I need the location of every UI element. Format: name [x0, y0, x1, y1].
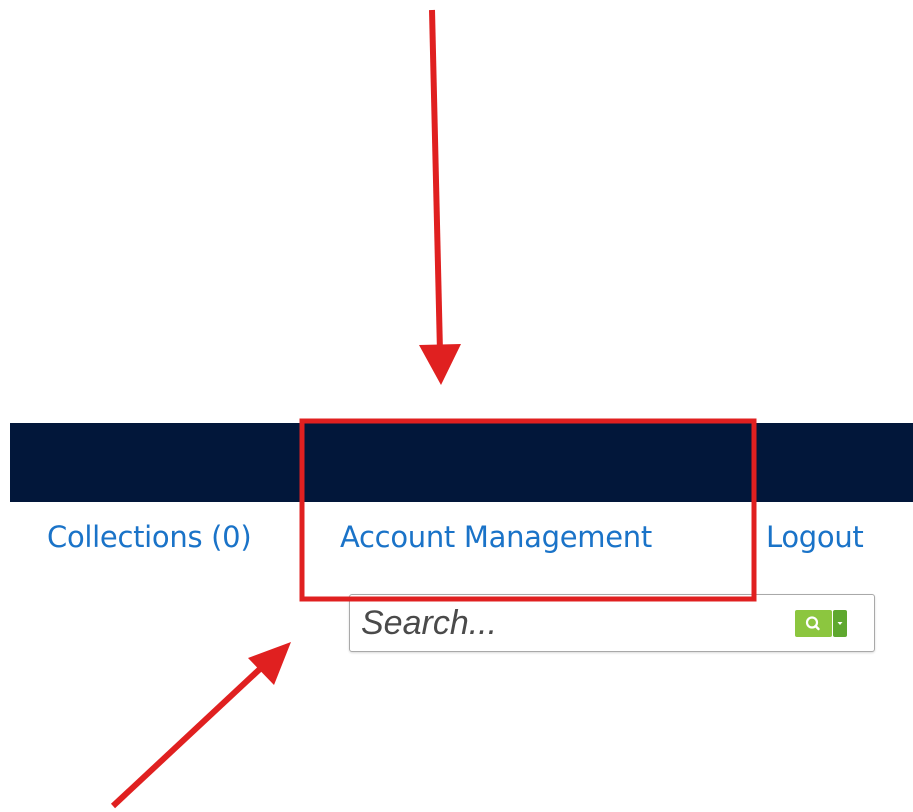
arrow-up-shaft [110, 664, 265, 809]
caret-down-icon [833, 610, 847, 637]
search-button[interactable] [795, 610, 832, 637]
search-icon [795, 610, 832, 637]
account-management-link[interactable]: Account Management [340, 517, 652, 557]
arrow-up-head [248, 642, 291, 685]
search-input[interactable] [361, 601, 781, 645]
arrow-down-shaft [429, 9, 443, 353]
annotation-overlay [110, 9, 757, 809]
search-options-dropdown[interactable] [833, 610, 847, 637]
arrow-down-head [419, 344, 461, 385]
collections-link[interactable]: Collections (0) [47, 517, 252, 557]
search-box [349, 594, 875, 652]
header-bar [10, 423, 913, 502]
logout-link[interactable]: Logout [766, 517, 864, 557]
